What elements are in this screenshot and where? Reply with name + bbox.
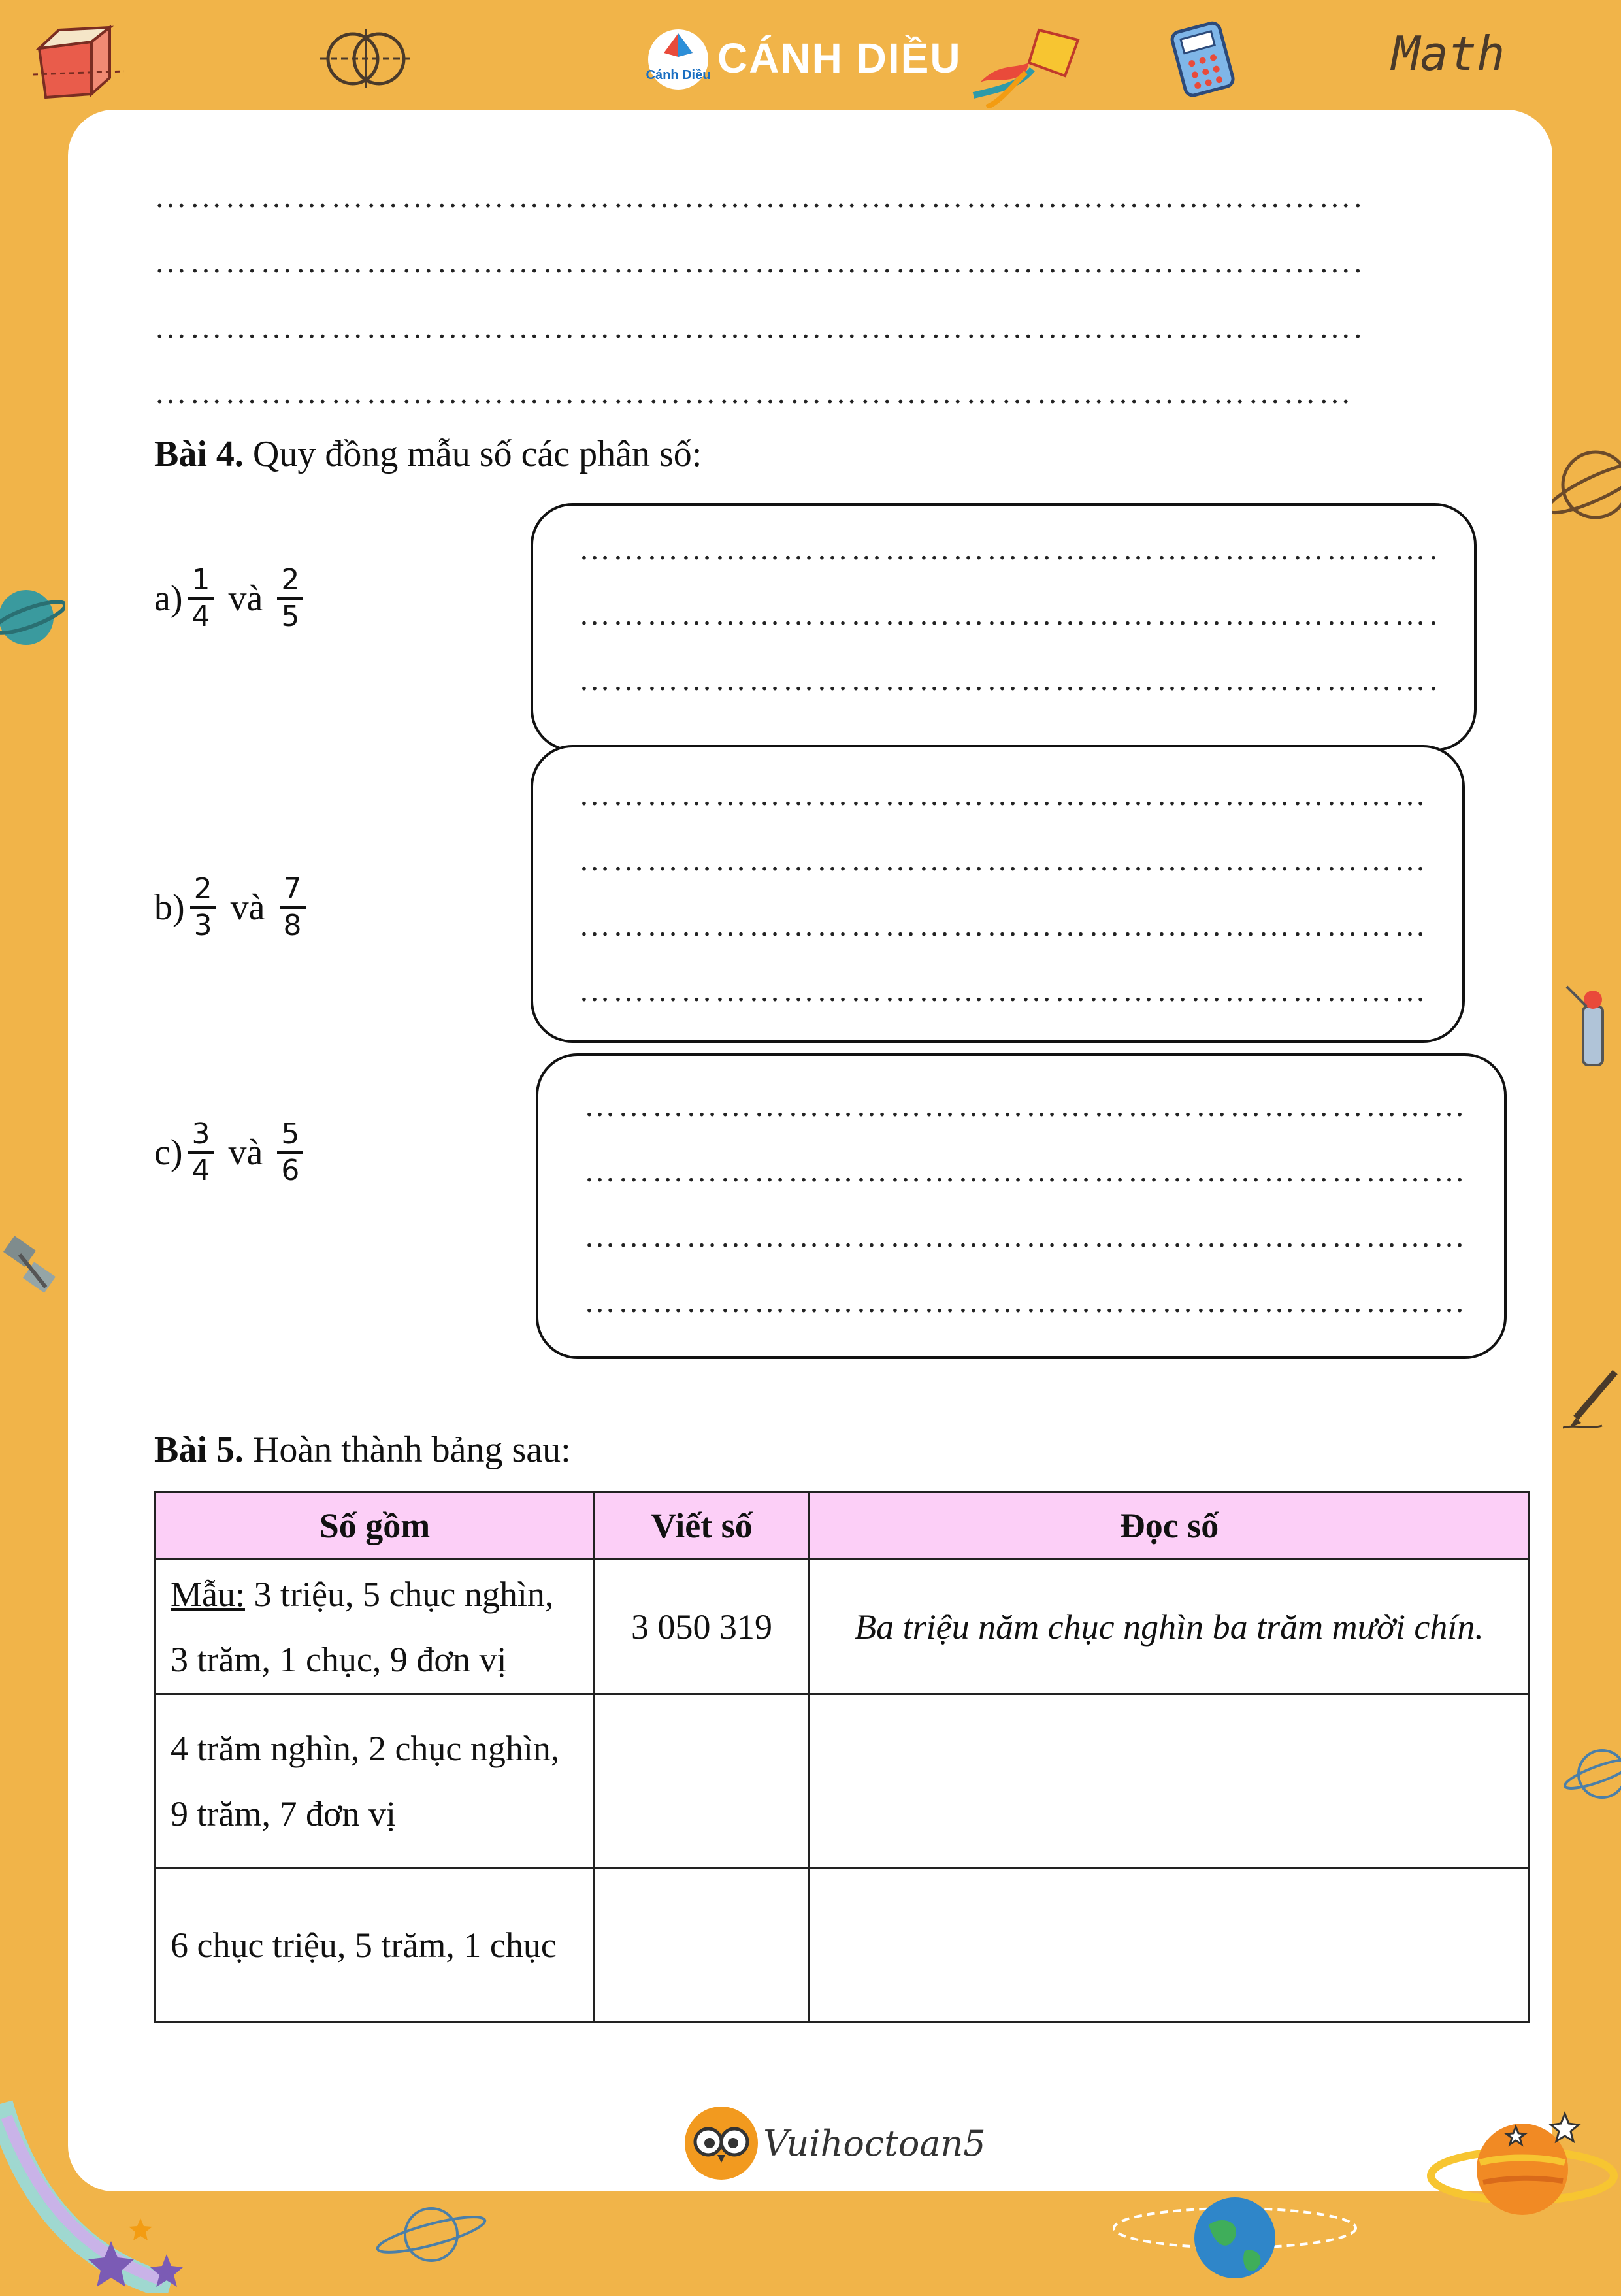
box-dot-line: ………………………………………………………………………… <box>579 910 1423 942</box>
bai-5-heading: Bài 5. Hoàn thành bảng sau: <box>154 1427 571 1473</box>
cuboid-icon <box>32 22 125 104</box>
so-gom-line1: 4 trăm nghìn, 2 chục nghìn, <box>171 1728 560 1768</box>
header-doc-so: Đọc số <box>808 1491 1530 1560</box>
so-gom-line2: 9 trăm, 7 đơn vị <box>171 1794 397 1833</box>
box-dot-line: ………………………………………………………………………… <box>584 1286 1465 1319</box>
problem-letter: c) <box>154 1132 183 1173</box>
fraction: 5 6 <box>277 1117 304 1188</box>
header-viet-so: Viết số <box>593 1491 810 1560</box>
fraction: 1 4 <box>188 563 214 634</box>
box-dot-line: ………………………………………………………………………… <box>579 779 1423 812</box>
answer-dot-line: …………………………………………………………………………………………. <box>154 243 1365 280</box>
footer-brand: Vuihoctoan5 <box>763 2122 986 2164</box>
venn-circles-icon <box>320 26 412 95</box>
pencil-icon <box>1562 1366 1621 1434</box>
table-row: 4 trăm nghìn, 2 chục nghìn, 9 trăm, 7 đơ… <box>154 1693 1530 1869</box>
small-planet-icon <box>1563 1738 1621 1813</box>
globe-icon <box>1111 2189 1359 2296</box>
fraction: 7 8 <box>279 872 306 943</box>
numerator: 7 <box>279 872 306 909</box>
header-so-gom: Số gồm <box>154 1491 595 1560</box>
denominator: 8 <box>283 909 302 942</box>
planet-outline-bottom-icon <box>372 2195 490 2277</box>
bai-5-label: Bài 5. <box>154 1430 244 1470</box>
numerator: 5 <box>277 1117 304 1154</box>
fraction: 2 3 <box>189 872 216 943</box>
doc-so-cell[interactable] <box>808 1693 1530 1869</box>
footer-logo: Vuihoctoan5 <box>683 2105 986 2181</box>
planet-outline-icon <box>1543 439 1621 547</box>
bai-4-title: Quy đồng mẫu số các phân số: <box>252 434 702 474</box>
denominator: 3 <box>193 909 212 942</box>
box-dot-line: ………………………………………………………………………… <box>584 1090 1465 1123</box>
table-row: 6 chục triệu, 5 trăm, 1 chục <box>154 1867 1530 2023</box>
answer-box-c[interactable]: ………………………………………………………………………… ……………………………… <box>536 1053 1507 1359</box>
svg-text:Cánh Diều: Cánh Diều <box>646 68 711 82</box>
number-table: Số gồm Viết số Đọc số Mẫu: 3 triệu, 5 ch… <box>154 1491 1530 2023</box>
fraction: 2 5 <box>277 563 304 634</box>
bai-4-heading: Bài 4. Quy đồng mẫu số các phân số: <box>154 431 702 477</box>
owl-icon <box>685 2107 758 2180</box>
calculator-icon <box>1168 20 1240 101</box>
denominator: 4 <box>191 1154 210 1187</box>
brand-name: CÁNH DIỀU <box>717 35 962 82</box>
so-gom-cell: 6 chục triệu, 5 trăm, 1 chục <box>154 1867 595 2023</box>
box-dot-line: ………………………………………………………………………… <box>579 533 1435 566</box>
doc-so-cell: Ba triệu năm chục nghìn ba trăm mười chí… <box>808 1558 1530 1695</box>
numerator: 2 <box>277 563 304 600</box>
sample-label: Mẫu: <box>171 1574 245 1614</box>
planet-icon <box>0 578 67 660</box>
kite-icon <box>960 24 1085 112</box>
denominator: 6 <box>281 1154 300 1187</box>
problem-b: b) 2 3 và 7 8 <box>154 872 311 943</box>
box-dot-line: ………………………………………………………………………… <box>579 664 1435 697</box>
satellite-icon <box>0 1228 65 1323</box>
answer-dot-line: …………………………………………………………………………………………. <box>154 178 1365 214</box>
problem-a: a) 1 4 và 2 5 <box>154 563 308 634</box>
table-row: Mẫu: 3 triệu, 5 chục nghìn, 3 trăm, 1 ch… <box>154 1558 1530 1695</box>
box-dot-line: ………………………………………………………………………… <box>584 1221 1465 1253</box>
numerator: 2 <box>189 872 216 909</box>
math-label: Math <box>1392 26 1505 81</box>
box-dot-line: ………………………………………………………………………… <box>579 844 1423 877</box>
connector-word: và <box>228 578 263 619</box>
so-gom-line1: 3 triệu, 5 chục nghìn, <box>254 1574 554 1614</box>
so-gom-cell: Mẫu: 3 triệu, 5 chục nghìn, 3 trăm, 1 ch… <box>154 1558 595 1695</box>
denominator: 5 <box>281 600 300 633</box>
comet-stars-icon <box>0 2091 209 2296</box>
answer-box-a[interactable]: ………………………………………………………………………… ……………………………… <box>531 503 1477 751</box>
canh-dieu-logo-icon: Cánh Diều <box>646 29 711 90</box>
viet-so-cell: 3 050 319 <box>593 1558 810 1695</box>
bai-4-label: Bài 4. <box>154 434 244 474</box>
so-gom-line2: 3 trăm, 1 chục, 9 đơn vị <box>171 1639 507 1679</box>
answer-dot-line: …………………………………………………………………………………………. <box>154 308 1365 345</box>
saturn-icon <box>1424 2104 1621 2238</box>
answer-dot-line: ………………………………………………………………………………………… <box>154 374 1354 410</box>
so-gom-cell: 4 trăm nghìn, 2 chục nghìn, 9 trăm, 7 đơ… <box>154 1693 595 1869</box>
denominator: 4 <box>191 600 210 633</box>
fraction: 3 4 <box>188 1117 214 1188</box>
connector-word: và <box>230 887 265 928</box>
box-dot-line: ………………………………………………………………………… <box>579 599 1435 631</box>
box-dot-line: ………………………………………………………………………… <box>579 975 1423 1008</box>
problem-letter: a) <box>154 578 183 619</box>
brand-logo: Cánh Diều CÁNH DIỀU <box>646 16 962 101</box>
answer-box-b[interactable]: ………………………………………………………………………… ……………………………… <box>531 745 1465 1043</box>
doc-so-cell[interactable] <box>808 1867 1530 2023</box>
viet-so-cell[interactable] <box>593 1693 810 1869</box>
problem-c: c) 3 4 và 5 6 <box>154 1117 308 1188</box>
connector-word: và <box>228 1132 263 1173</box>
numerator: 3 <box>188 1117 214 1154</box>
numerator: 1 <box>188 563 214 600</box>
satellite-dish-icon <box>1554 980 1619 1081</box>
viet-so-cell[interactable] <box>593 1867 810 2023</box>
table-header-row: Số gồm Viết số Đọc số <box>154 1491 1530 1560</box>
bai-5-title: Hoàn thành bảng sau: <box>252 1430 571 1470</box>
box-dot-line: ………………………………………………………………………… <box>584 1155 1465 1188</box>
problem-letter: b) <box>154 887 185 928</box>
